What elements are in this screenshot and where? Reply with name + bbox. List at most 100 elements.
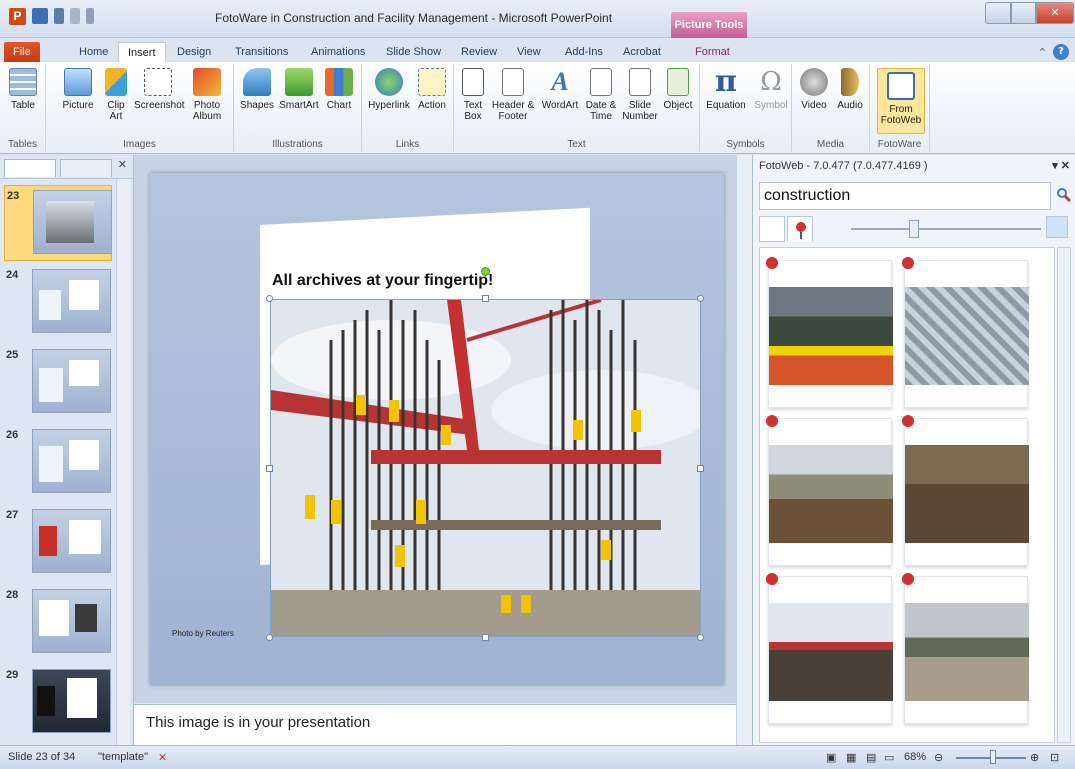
zoom-slider-thumb[interactable] <box>990 750 996 764</box>
fit-to-window-icon[interactable]: ⊡ <box>1050 751 1059 764</box>
wordart-button[interactable]: A WordArt <box>538 68 582 112</box>
pin-mode-icon[interactable] <box>787 216 813 242</box>
text-box-button[interactable]: Text Box <box>458 68 488 122</box>
pin-icon[interactable] <box>902 257 914 269</box>
slide-thumbnail-28[interactable]: 28 <box>4 585 112 661</box>
close-pane-icon[interactable]: ✕ <box>118 158 127 171</box>
current-slide[interactable]: All archives at your fingertip! Photo by… <box>150 173 724 685</box>
tab-home[interactable]: Home <box>70 42 117 62</box>
slide-sorter-icon[interactable]: ▦ <box>846 751 856 764</box>
fotoweb-pane-controls[interactable]: ▾ ✕ <box>1052 155 1070 177</box>
equation-button[interactable]: π Equation <box>702 67 750 112</box>
fotoweb-tile[interactable] <box>766 415 893 566</box>
thumbnail-size-slider-thumb[interactable] <box>909 220 919 238</box>
tab-transitions[interactable]: Transitions <box>226 42 297 62</box>
slideshow-icon[interactable]: ▭ <box>884 751 894 764</box>
date-time-button[interactable]: Date & Time <box>582 68 620 122</box>
tab-view[interactable]: View <box>508 42 550 62</box>
notes-text[interactable]: This image is in your presentation <box>146 714 370 731</box>
tab-animations[interactable]: Animations <box>302 42 374 62</box>
notes-pane[interactable]: This image is in your presentation <box>134 704 736 745</box>
clip-art-button[interactable]: Clip Art <box>102 68 130 122</box>
search-mode-icon[interactable] <box>759 216 785 242</box>
table-button[interactable]: Table <box>6 68 40 111</box>
construction-photo[interactable] <box>270 299 701 637</box>
header-footer-button[interactable]: Header & Footer <box>490 68 536 122</box>
tab-slides[interactable] <box>4 159 56 177</box>
tab-slide-show[interactable]: Slide Show <box>377 42 450 62</box>
chart-button[interactable]: Chart <box>322 68 356 111</box>
pin-icon[interactable] <box>902 573 914 585</box>
close-button[interactable]: ✕ <box>1036 2 1074 24</box>
minimize-button[interactable] <box>985 2 1011 24</box>
resize-handle-bottom-left[interactable] <box>266 634 273 641</box>
normal-view-icon[interactable]: ▣ <box>826 751 836 764</box>
shapes-button[interactable]: Shapes <box>238 68 276 111</box>
slide-thumbnail-25[interactable]: 25 <box>4 345 112 421</box>
pin-icon[interactable] <box>766 415 778 427</box>
resize-handle-bottom-right[interactable] <box>697 634 704 641</box>
slide-title[interactable]: All archives at your fingertip! <box>272 272 493 290</box>
smartart-button[interactable]: SmartArt <box>278 68 320 111</box>
tab-file[interactable]: File <box>4 42 40 62</box>
picture-button[interactable]: Picture <box>60 68 96 111</box>
hyperlink-button[interactable]: Hyperlink <box>364 68 414 111</box>
fotoweb-tile[interactable] <box>902 257 1029 408</box>
resize-handle-top-left[interactable] <box>266 295 273 302</box>
slide-thumbnail-29[interactable]: 29 <box>4 665 112 741</box>
video-button[interactable]: Video <box>798 68 830 111</box>
from-fotoweb-button[interactable]: From FotoWeb <box>877 68 925 134</box>
slide-thumbnail-26[interactable]: 26 <box>4 425 112 501</box>
thumbnail-size-slider-track[interactable] <box>851 228 1041 230</box>
customize-qat-icon[interactable] <box>86 8 94 24</box>
audio-button[interactable]: Audio <box>834 68 866 111</box>
symbol-button[interactable]: Ω Symbol <box>752 68 790 111</box>
help-icon[interactable]: ? <box>1053 44 1069 60</box>
fotoweb-tile[interactable] <box>902 573 1029 724</box>
photo-album-button[interactable]: Photo Album <box>186 68 228 122</box>
pin-icon[interactable] <box>766 573 778 585</box>
resize-handle-left[interactable] <box>266 465 273 472</box>
undo-icon[interactable] <box>54 8 64 24</box>
fotoweb-tile[interactable] <box>766 573 893 724</box>
slide-thumbnail-24[interactable]: 24 <box>4 265 112 341</box>
maximize-button[interactable] <box>1011 2 1036 24</box>
tab-outline[interactable] <box>60 159 112 177</box>
resize-handle-top-right[interactable] <box>697 295 704 302</box>
zoom-level[interactable]: 68% <box>904 751 926 763</box>
pin-icon[interactable] <box>902 415 914 427</box>
zoom-in-icon[interactable]: ⊕ <box>1030 751 1039 764</box>
rotation-handle[interactable] <box>481 267 490 276</box>
spell-check-icon[interactable]: ✕ <box>158 751 167 764</box>
fotoweb-search-input[interactable]: construction <box>759 182 1051 210</box>
resize-handle-top[interactable] <box>482 295 489 302</box>
resize-handle-right[interactable] <box>697 465 704 472</box>
screenshot-button[interactable]: Screenshot <box>134 68 185 111</box>
tab-add-ins[interactable]: Add-Ins <box>556 42 612 62</box>
tab-insert[interactable]: Insert <box>118 42 166 62</box>
save-icon[interactable] <box>32 8 48 24</box>
slide-thumbnail-27[interactable]: 27 <box>4 505 112 581</box>
redo-icon[interactable] <box>70 8 80 24</box>
resize-handle-bottom[interactable] <box>482 634 489 641</box>
fotoweb-tile[interactable] <box>902 415 1029 566</box>
tab-design[interactable]: Design <box>168 42 220 62</box>
slide-vertical-scrollbar[interactable] <box>736 155 752 745</box>
slide-thumbnail-23[interactable]: 23 <box>4 185 112 261</box>
slide-number-button[interactable]: Slide Number <box>620 68 660 122</box>
reading-view-icon[interactable]: ▤ <box>866 751 876 764</box>
theme-name[interactable]: "template" <box>98 751 148 763</box>
powerpoint-app-icon[interactable]: P <box>9 8 26 25</box>
pin-icon[interactable] <box>766 257 778 269</box>
zoom-out-icon[interactable]: ⊖ <box>934 751 943 764</box>
fotoweb-scrollbar[interactable] <box>1057 247 1071 743</box>
tab-review[interactable]: Review <box>452 42 506 62</box>
search-icon[interactable] <box>1056 187 1072 203</box>
fotoweb-tile[interactable] <box>766 257 893 408</box>
object-button[interactable]: Object <box>660 68 696 111</box>
action-button[interactable]: Action <box>414 68 450 111</box>
large-thumbnails-icon[interactable] <box>1046 216 1068 238</box>
thumbnails-scrollbar[interactable] <box>116 179 130 745</box>
minimize-ribbon-icon[interactable]: ⌃ <box>1038 46 1047 59</box>
tab-format[interactable]: Format <box>686 42 739 62</box>
